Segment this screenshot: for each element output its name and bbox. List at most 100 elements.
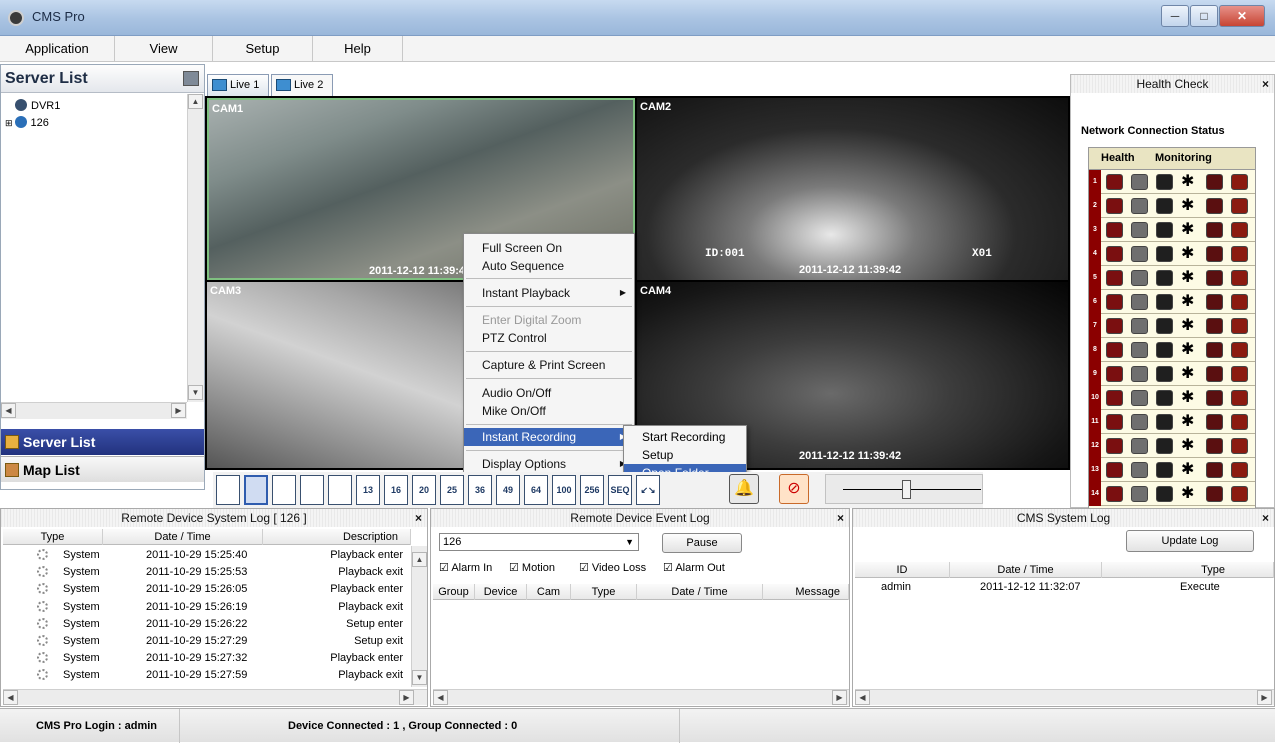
close-icon[interactable]: × bbox=[415, 509, 422, 527]
col-datetime[interactable]: Date / Time bbox=[103, 529, 263, 545]
menu-item-instant-playback[interactable]: Instant Playback ▶ bbox=[464, 284, 634, 302]
tree-item-126[interactable]: ⊞ 126 bbox=[5, 115, 49, 131]
layout-36-button[interactable]: 36 bbox=[468, 475, 492, 505]
export-icon[interactable] bbox=[183, 71, 199, 86]
scroll-down-icon[interactable]: ▼ bbox=[412, 670, 427, 685]
fullscreen-button[interactable]: ↙↘ bbox=[636, 475, 660, 505]
table-row[interactable]: System 2011-10-29 15:26:05 Playback enter bbox=[3, 582, 409, 597]
tree-item-dvr1[interactable]: DVR1 bbox=[15, 98, 60, 114]
cms-log-hscroll[interactable]: ◀ ▶ bbox=[855, 689, 1274, 705]
layout-16-button[interactable]: 16 bbox=[384, 475, 408, 505]
col-cam[interactable]: Cam bbox=[527, 584, 571, 600]
remote-log-hscroll[interactable]: ◀ ▶ bbox=[3, 689, 427, 705]
close-icon[interactable]: × bbox=[1262, 75, 1269, 93]
menu-view[interactable]: View bbox=[115, 36, 213, 62]
col-message[interactable]: Message bbox=[763, 584, 849, 600]
col-type[interactable]: Type bbox=[3, 529, 103, 545]
scroll-up-icon[interactable]: ▲ bbox=[412, 552, 427, 567]
close-icon[interactable]: × bbox=[1262, 509, 1269, 527]
filter-alarm-out[interactable]: ☑ Alarm Out bbox=[663, 561, 725, 574]
layout-100-button[interactable]: 100 bbox=[552, 475, 576, 505]
maximize-button[interactable]: □ bbox=[1190, 5, 1218, 27]
layout-256-button[interactable]: 256 bbox=[580, 475, 604, 505]
menu-item-digital-zoom[interactable]: Enter Digital Zoom bbox=[464, 311, 634, 329]
layout-9-button[interactable] bbox=[328, 475, 352, 505]
menu-item-start-recording[interactable]: Start Recording bbox=[624, 428, 746, 446]
camera-view-2[interactable]: CAM2 ID:001 X01 2011-12-12 11:39:42 bbox=[637, 98, 1068, 280]
layout-25-button[interactable]: 25 bbox=[440, 475, 464, 505]
scroll-left-icon[interactable]: ◀ bbox=[855, 690, 870, 705]
scroll-right-icon[interactable]: ▶ bbox=[171, 403, 186, 418]
table-row[interactable]: System 2011-10-29 15:27:59 Playback exit bbox=[3, 668, 409, 683]
cell-datetime: 2011-10-29 15:27:59 bbox=[146, 669, 248, 682]
menu-item-setup[interactable]: Setup bbox=[624, 446, 746, 464]
menu-item-auto-sequence[interactable]: Auto Sequence bbox=[464, 257, 634, 275]
filter-alarm-in[interactable]: ☑ Alarm In bbox=[439, 561, 492, 574]
col-type[interactable]: Type bbox=[571, 584, 637, 600]
col-datetime[interactable]: Date / Time bbox=[637, 584, 763, 600]
menu-application[interactable]: Application bbox=[0, 36, 115, 62]
col-device[interactable]: Device bbox=[475, 584, 527, 600]
table-row[interactable]: System 2011-10-29 15:27:32 Playback enter bbox=[3, 651, 409, 666]
minimize-button[interactable]: ─ bbox=[1161, 5, 1189, 27]
scroll-left-icon[interactable]: ◀ bbox=[3, 690, 18, 705]
col-datetime[interactable]: Date / Time bbox=[950, 562, 1102, 578]
table-row[interactable]: System 2011-10-29 15:27:29 Setup exit bbox=[3, 634, 409, 649]
table-row[interactable]: System 2011-10-29 15:25:40 Playback enter bbox=[3, 548, 409, 563]
menu-help[interactable]: Help bbox=[313, 36, 403, 62]
tab-live-1[interactable]: Live 1 bbox=[207, 74, 269, 96]
table-row[interactable]: admin 2011-12-12 11:32:07 Execute bbox=[855, 580, 1274, 595]
tree-horizontal-scrollbar[interactable]: ◀ ▶ bbox=[1, 402, 187, 419]
tab-live-2[interactable]: Live 2 bbox=[271, 74, 333, 96]
update-log-button[interactable]: Update Log bbox=[1126, 530, 1254, 552]
scroll-right-icon[interactable]: ▶ bbox=[832, 690, 847, 705]
layout-13-button[interactable]: 13 bbox=[356, 475, 380, 505]
col-type[interactable]: Type bbox=[1102, 562, 1274, 578]
device-select[interactable]: 126 ▼ bbox=[439, 533, 639, 551]
menu-item-full-screen[interactable]: Full Screen On bbox=[464, 239, 634, 257]
slider-thumb[interactable] bbox=[902, 480, 911, 499]
event-log-hscroll[interactable]: ◀ ▶ bbox=[433, 689, 849, 705]
record-stop-icon[interactable]: ⊘ bbox=[779, 474, 809, 504]
menu-item-display-options[interactable]: Display Options▶ bbox=[464, 455, 634, 473]
scroll-left-icon[interactable]: ◀ bbox=[433, 690, 448, 705]
layout-49-button[interactable]: 49 bbox=[496, 475, 520, 505]
close-icon[interactable]: × bbox=[837, 509, 844, 527]
table-row[interactable]: System 2011-10-29 15:26:22 Setup enter bbox=[3, 617, 409, 632]
cell-description: Playback exit bbox=[338, 600, 403, 613]
menu-item-ptz-control[interactable]: PTZ Control bbox=[464, 329, 634, 347]
col-group[interactable]: Group bbox=[433, 584, 475, 600]
layout-20-button[interactable]: 20 bbox=[412, 475, 436, 505]
menu-item-capture-print[interactable]: Capture & Print Screen bbox=[464, 356, 634, 374]
sequence-button[interactable]: SEQ bbox=[608, 475, 632, 505]
scroll-right-icon[interactable]: ▶ bbox=[399, 690, 414, 705]
menu-item-instant-recording[interactable]: Instant Recording▶ bbox=[464, 428, 634, 446]
nav-map-list[interactable]: Map List bbox=[1, 456, 204, 482]
menu-setup[interactable]: Setup bbox=[213, 36, 313, 62]
alarm-bell-icon[interactable]: 🔔 bbox=[729, 474, 759, 504]
nav-server-list[interactable]: Server List bbox=[1, 429, 204, 455]
col-id[interactable]: ID bbox=[855, 562, 950, 578]
close-button[interactable]: ✕ bbox=[1219, 5, 1265, 27]
layout-64-button[interactable]: 64 bbox=[524, 475, 548, 505]
layout-4-button[interactable] bbox=[244, 475, 268, 505]
filter-motion[interactable]: ☑ Motion bbox=[509, 561, 555, 574]
filter-video-loss[interactable]: ☑ Video Loss bbox=[579, 561, 646, 574]
scroll-right-icon[interactable]: ▶ bbox=[1257, 690, 1272, 705]
menu-item-audio[interactable]: Audio On/Off bbox=[464, 384, 634, 402]
menu-item-mike[interactable]: Mike On/Off bbox=[464, 402, 634, 420]
scroll-down-icon[interactable]: ▼ bbox=[188, 385, 203, 400]
table-row[interactable]: System 2011-10-29 15:25:53 Playback exit bbox=[3, 565, 409, 580]
expand-icon[interactable]: ⊞ bbox=[5, 118, 13, 128]
remote-log-vscroll[interactable]: ▲ ▼ bbox=[411, 546, 427, 687]
layout-8-button[interactable] bbox=[300, 475, 324, 505]
tree-vertical-scrollbar[interactable]: ▲ ▼ bbox=[187, 94, 204, 402]
cell-type: System bbox=[63, 635, 100, 647]
scroll-up-icon[interactable]: ▲ bbox=[188, 94, 203, 109]
scroll-left-icon[interactable]: ◀ bbox=[1, 403, 16, 418]
table-row[interactable]: System 2011-10-29 15:26:19 Playback exit bbox=[3, 600, 409, 615]
pause-button[interactable]: Pause bbox=[662, 533, 742, 553]
layout-6-button[interactable] bbox=[272, 475, 296, 505]
layout-1-button[interactable] bbox=[216, 475, 240, 505]
col-description[interactable]: Description bbox=[263, 529, 411, 545]
